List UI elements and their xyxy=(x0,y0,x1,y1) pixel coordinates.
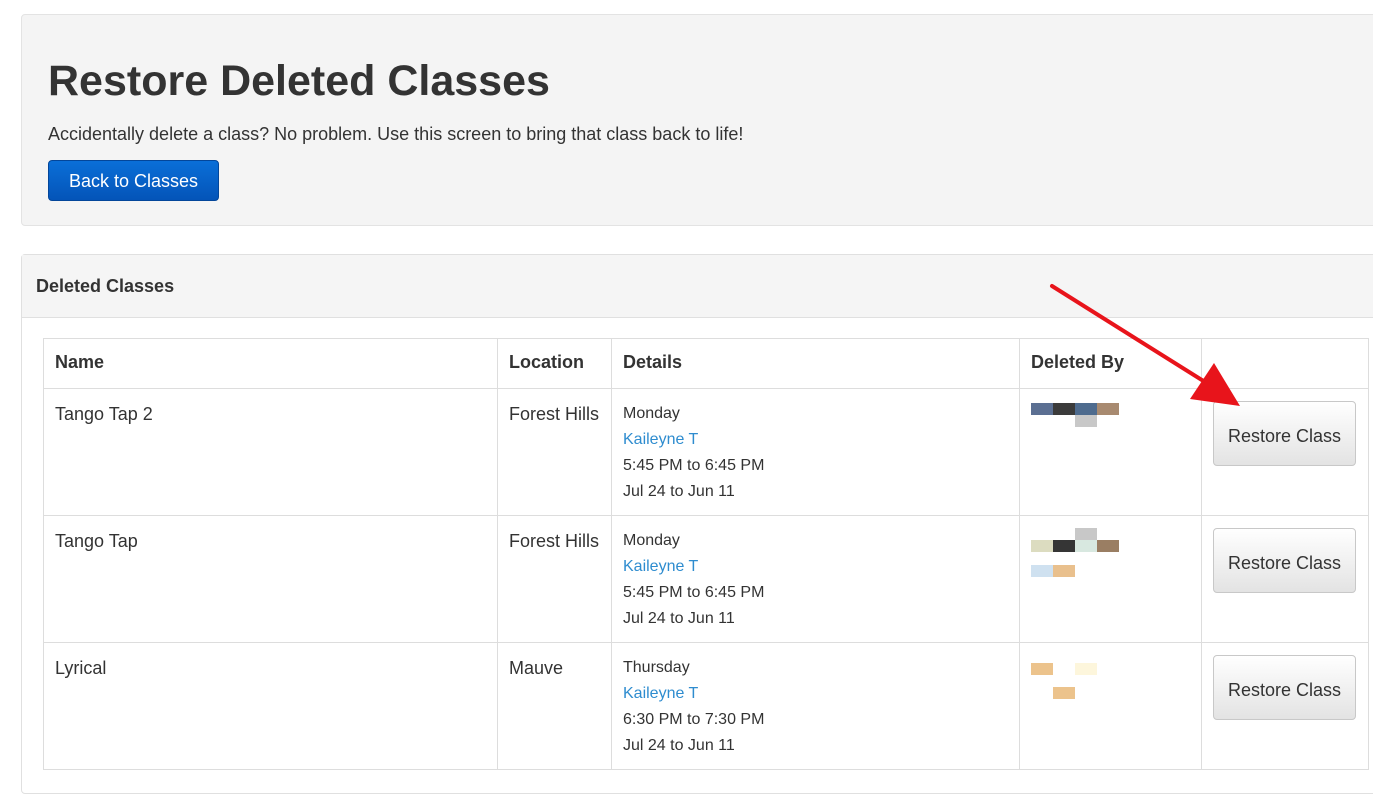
column-header-location: Location xyxy=(497,338,612,389)
class-day: Monday xyxy=(623,405,680,422)
instructor-link[interactable]: Kaileyne T xyxy=(623,554,1008,580)
actions-cell: Restore Class xyxy=(1201,642,1369,770)
class-location: Mauve xyxy=(497,642,612,770)
table-row: Tango Tap Forest Hills Monday Kaileyne T… xyxy=(43,515,1369,643)
class-dates: Jul 24 to Jun 11 xyxy=(623,610,735,627)
page-title: Restore Deleted Classes xyxy=(48,57,550,105)
class-time: 6:30 PM to 7:30 PM xyxy=(623,711,765,728)
class-name: Tango Tap xyxy=(43,515,498,643)
column-header-actions xyxy=(1201,338,1369,389)
deleted-by xyxy=(1019,515,1202,643)
redacted-avatar xyxy=(1031,655,1131,699)
page-header: Restore Deleted Classes Accidentally del… xyxy=(21,14,1373,226)
restore-class-button[interactable]: Restore Class xyxy=(1213,655,1356,720)
instructor-link[interactable]: Kaileyne T xyxy=(623,681,1008,707)
class-day: Monday xyxy=(623,532,680,549)
class-dates: Jul 24 to Jun 11 xyxy=(623,737,735,754)
class-details: Monday Kaileyne T 5:45 PM to 6:45 PM Jul… xyxy=(611,515,1020,643)
deleted-classes-table: Name Location Details Deleted By Tango T… xyxy=(43,338,1369,770)
column-header-name: Name xyxy=(43,338,498,389)
redacted-avatar xyxy=(1031,528,1131,577)
class-details: Monday Kaileyne T 5:45 PM to 6:45 PM Jul… xyxy=(611,388,1020,516)
column-header-deleted-by: Deleted By xyxy=(1019,338,1202,389)
table-header-row: Name Location Details Deleted By xyxy=(43,338,1369,389)
class-location: Forest Hills xyxy=(497,515,612,643)
actions-cell: Restore Class xyxy=(1201,388,1369,516)
panel-heading: Deleted Classes xyxy=(22,255,1373,318)
table-row: Lyrical Mauve Thursday Kaileyne T 6:30 P… xyxy=(43,642,1369,770)
class-details: Thursday Kaileyne T 6:30 PM to 7:30 PM J… xyxy=(611,642,1020,770)
column-header-details: Details xyxy=(611,338,1020,389)
class-day: Thursday xyxy=(623,659,690,676)
panel-title: Deleted Classes xyxy=(36,276,175,296)
deleted-classes-panel: Deleted Classes Name Location Details De… xyxy=(21,254,1373,794)
redacted-avatar xyxy=(1031,401,1131,441)
back-to-classes-button[interactable]: Back to Classes xyxy=(48,160,219,201)
instructor-link[interactable]: Kaileyne T xyxy=(623,427,1008,453)
restore-class-button[interactable]: Restore Class xyxy=(1213,401,1356,466)
class-name: Lyrical xyxy=(43,642,498,770)
page-subtitle: Accidentally delete a class? No problem.… xyxy=(48,124,744,144)
class-location: Forest Hills xyxy=(497,388,612,516)
deleted-by xyxy=(1019,388,1202,516)
class-dates: Jul 24 to Jun 11 xyxy=(623,483,735,500)
table-row: Tango Tap 2 Forest Hills Monday Kaileyne… xyxy=(43,388,1369,516)
restore-class-button[interactable]: Restore Class xyxy=(1213,528,1356,593)
class-name: Tango Tap 2 xyxy=(43,388,498,516)
class-time: 5:45 PM to 6:45 PM xyxy=(623,457,765,474)
class-time: 5:45 PM to 6:45 PM xyxy=(623,584,765,601)
deleted-by xyxy=(1019,642,1202,770)
actions-cell: Restore Class xyxy=(1201,515,1369,643)
